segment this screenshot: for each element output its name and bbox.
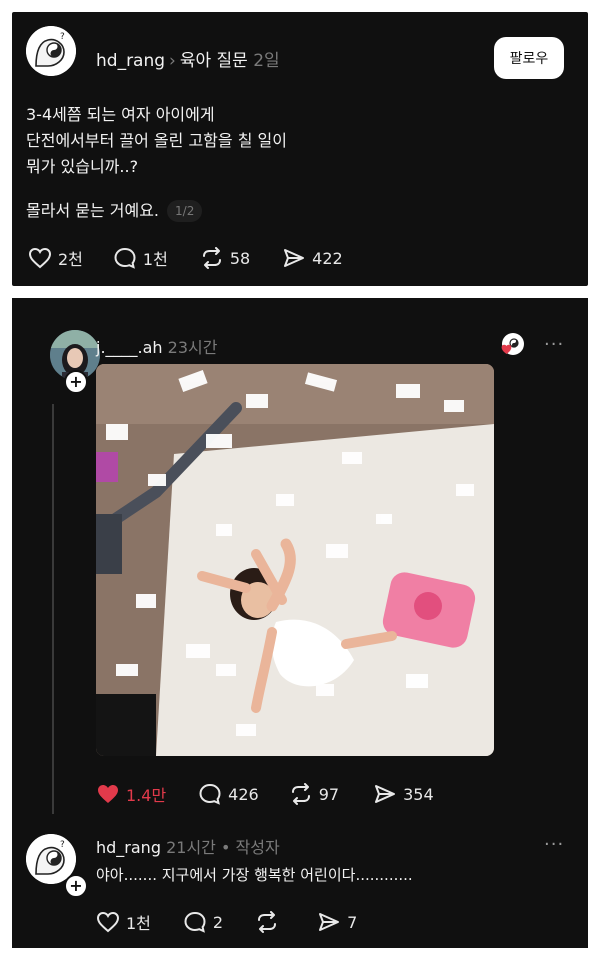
heart-icon — [96, 911, 120, 933]
post-line: 뭐가 있습니까..? — [26, 157, 139, 176]
comment-button[interactable]: 2 — [183, 911, 223, 933]
comment-button[interactable]: 426 — [198, 783, 259, 805]
username[interactable]: hd_rang — [96, 51, 165, 71]
comment-header: hd_rang 21시간 • 작성자 — [96, 834, 280, 858]
repost-button[interactable]: 58 — [200, 247, 250, 269]
post-line: 단전에서부터 끌어 올린 고함을 칠 일이 — [26, 131, 287, 150]
username[interactable]: j.____.ah — [96, 338, 163, 357]
comment-button[interactable]: 1천 — [113, 246, 168, 270]
repost-icon — [202, 247, 221, 269]
svg-text:?: ? — [60, 32, 65, 42]
share-button[interactable]: 422 — [282, 247, 343, 269]
comment-count: 426 — [228, 784, 259, 804]
send-icon — [284, 249, 305, 267]
reply-time: 23시간 — [167, 338, 218, 357]
liked-by-author-icon — [500, 332, 526, 358]
comment-text: 야아....... 지구에서 가장 행복한 어린이다............ — [96, 866, 413, 884]
comment-icon — [199, 783, 221, 805]
post-actions: 2천 1천 58 422 — [28, 246, 343, 270]
yin-yang-avatar-icon: ? — [26, 26, 76, 76]
replies-card: + j.____.ah 23시간 ··· 1.4만 426 97 354 ? +… — [12, 298, 588, 948]
like-button[interactable]: 1.4만 — [96, 782, 166, 806]
post-body: 3-4세쯤 되는 여자 아이에게 단전에서부터 끌어 올린 고함을 칠 일이 뭐… — [26, 102, 287, 180]
heart-filled-icon — [98, 785, 118, 803]
original-post-card: ? hd_rang › 육아 질문 2일 팔로우 3-4세쯤 되는 여자 아이에게 … — [12, 12, 588, 286]
comment-icon — [184, 911, 206, 933]
share-button[interactable]: 354 — [373, 783, 434, 805]
comment-time: 21시간 — [166, 838, 216, 857]
heart-icon — [28, 247, 52, 269]
share-count: 422 — [312, 248, 343, 268]
reply-actions: 1.4만 426 97 354 — [96, 782, 434, 806]
like-button[interactable]: 1천 — [96, 910, 151, 934]
post-continuation: 몰라서 묻는 거예요. 1/2 — [26, 198, 203, 224]
repost-icon — [291, 783, 310, 805]
page-indicator: 1/2 — [167, 200, 203, 222]
reply-header: j.____.ah 23시간 — [96, 334, 217, 358]
comment-actions: 1천 2 7 — [96, 910, 357, 934]
more-options-button[interactable]: ··· — [544, 834, 564, 855]
like-count: 1천 — [126, 914, 151, 933]
repost-count: 58 — [229, 248, 251, 268]
follow-plus-icon[interactable]: + — [64, 874, 88, 898]
comment-icon — [114, 247, 136, 269]
send-icon — [375, 785, 396, 803]
like-count: 2천 — [58, 250, 83, 269]
username[interactable]: hd_rang — [96, 838, 161, 857]
thread-line — [52, 404, 54, 814]
send-icon — [319, 913, 340, 931]
more-options-button[interactable]: ··· — [544, 334, 564, 355]
avatar[interactable]: ? — [26, 26, 76, 76]
svg-text:?: ? — [60, 840, 65, 850]
post-header: hd_rang › 육아 질문 2일 — [96, 46, 280, 71]
share-button[interactable]: 7 — [317, 911, 357, 933]
like-button[interactable]: 2천 — [28, 246, 83, 270]
follow-button[interactable]: 팔로우 — [494, 37, 564, 79]
author-label: 작성자 — [235, 838, 280, 857]
breadcrumb-separator-icon: › — [169, 51, 176, 71]
repost-count: 97 — [318, 784, 340, 804]
reply-photo[interactable] — [96, 364, 494, 756]
share-count: 7 — [347, 912, 358, 932]
share-count: 354 — [403, 784, 434, 804]
like-count: 1.4만 — [126, 786, 167, 805]
comment-count: 2 — [212, 912, 224, 932]
post-time: 2일 — [253, 51, 280, 71]
comment-count: 1천 — [142, 250, 168, 269]
post-line: 3-4세쯤 되는 여자 아이에게 — [26, 105, 215, 124]
repost-icon — [258, 911, 277, 933]
post-line: 몰라서 묻는 거예요. — [26, 201, 160, 220]
community-name[interactable]: 육아 질문 — [180, 51, 248, 71]
repost-button[interactable] — [255, 911, 285, 933]
photo-girl-lying-in-styrofoam-icon — [96, 364, 494, 756]
dot-separator: • — [220, 838, 231, 857]
follow-plus-icon[interactable]: + — [64, 370, 88, 394]
repost-button[interactable]: 97 — [289, 783, 339, 805]
